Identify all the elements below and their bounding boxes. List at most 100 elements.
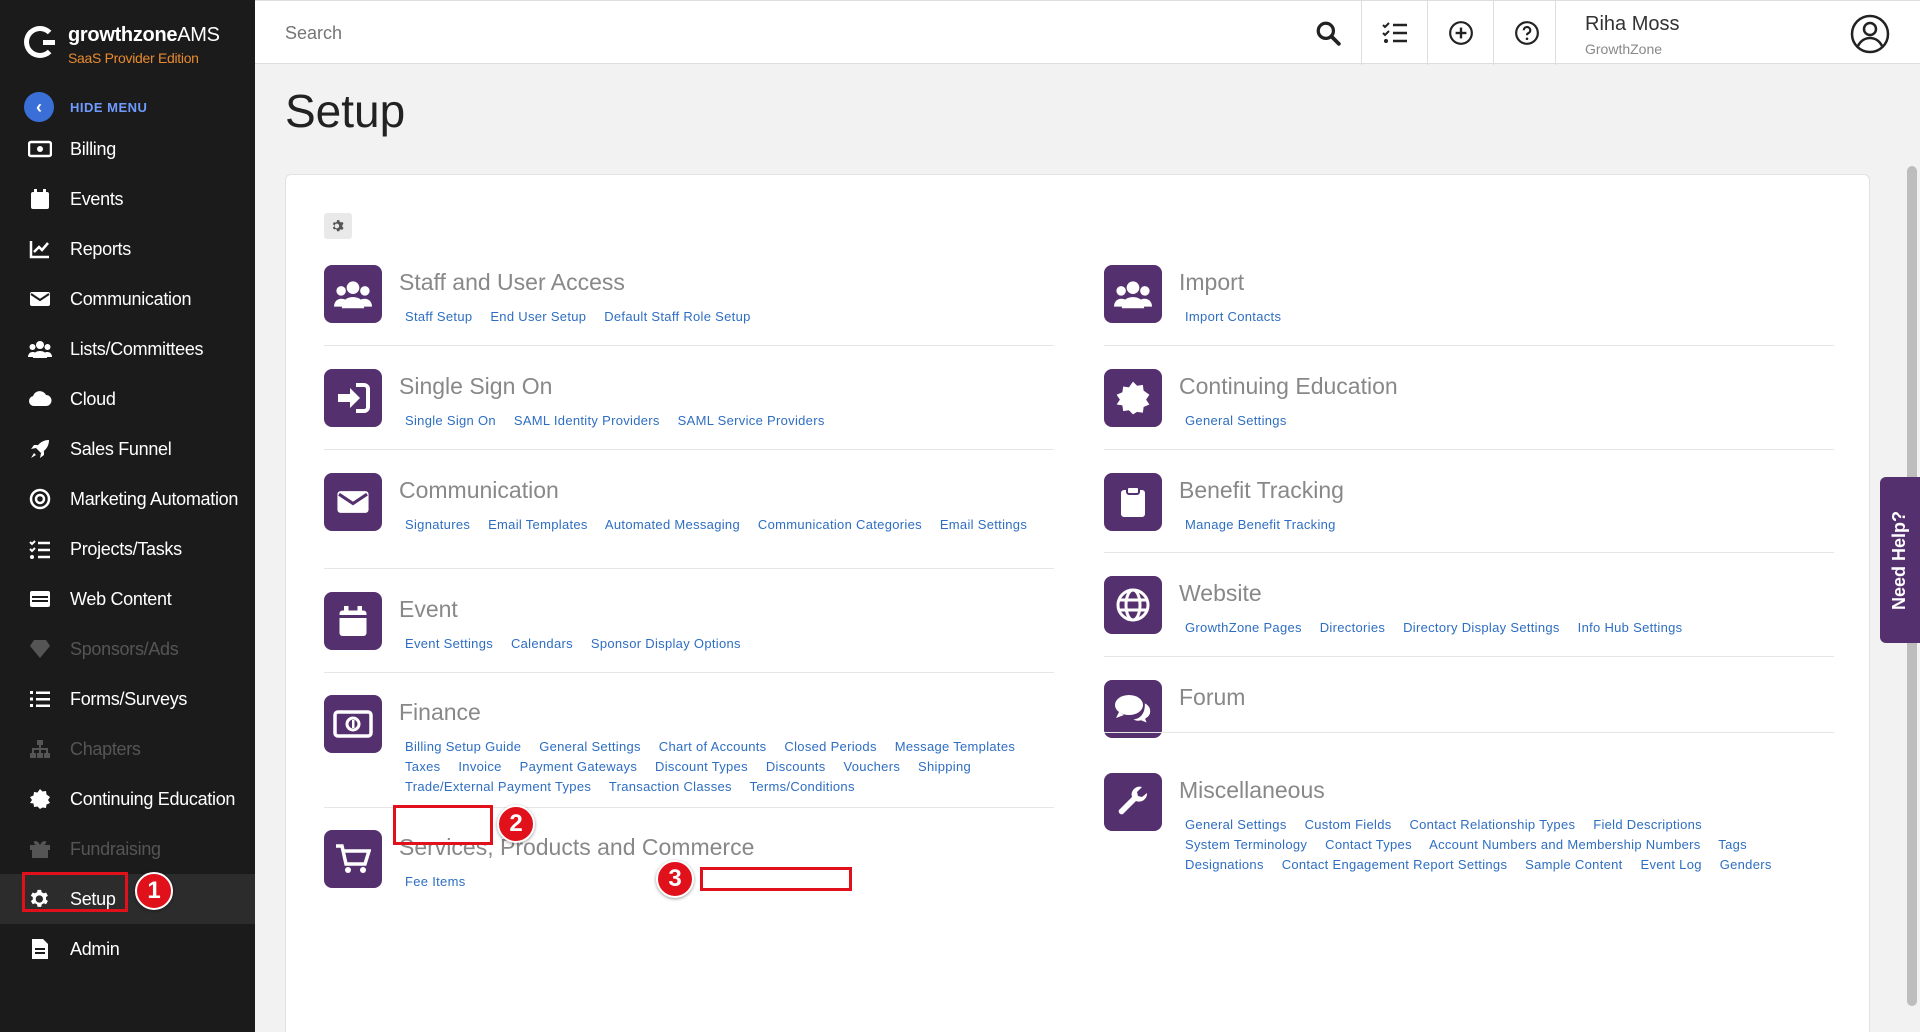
sidebar-item-label: Sponsors/Ads: [70, 638, 179, 659]
sidebar-item-sponsors-ads[interactable]: Sponsors/Ads: [0, 624, 255, 674]
section-title[interactable]: Continuing Education: [1179, 373, 1398, 400]
user-menu[interactable]: Riha Moss GrowthZone: [1555, 1, 1920, 65]
add-button[interactable]: [1427, 1, 1493, 65]
link-contact-relationship-types[interactable]: Contact Relationship Types: [1409, 817, 1575, 832]
sidebar-item-reports[interactable]: Reports: [0, 224, 255, 274]
link-end-user-setup[interactable]: End User Setup: [490, 309, 586, 324]
sidebar-item-billing[interactable]: Billing: [0, 124, 255, 174]
section-title[interactable]: Benefit Tracking: [1179, 477, 1344, 504]
link-fee-items[interactable]: Fee Items: [405, 874, 466, 889]
app-logo[interactable]: growthzoneAMS SaaS Provider Edition: [24, 24, 220, 66]
link-email-settings[interactable]: Email Settings: [940, 517, 1027, 532]
link-saml-identity-providers[interactable]: SAML Identity Providers: [514, 413, 660, 428]
link-general-settings[interactable]: General Settings: [539, 739, 641, 754]
link-staff-setup[interactable]: Staff Setup: [405, 309, 472, 324]
section-divider: [1104, 732, 1834, 733]
help-button[interactable]: [1493, 1, 1559, 65]
task-list-button[interactable]: [1361, 1, 1427, 65]
envelope-icon: [324, 473, 382, 531]
sidebar-item-communication[interactable]: Communication: [0, 274, 255, 324]
link-invoice[interactable]: Invoice: [458, 759, 501, 774]
task-list-icon: [1381, 22, 1407, 43]
envelope-icon: [28, 287, 52, 311]
money-icon: [324, 695, 382, 753]
link-taxes[interactable]: Taxes: [405, 759, 440, 774]
calendar-icon: [28, 187, 52, 211]
section-title[interactable]: Import: [1179, 269, 1244, 296]
link-chart-of-accounts[interactable]: Chart of Accounts: [659, 739, 767, 754]
link-general-settings[interactable]: General Settings: [1185, 413, 1287, 428]
link-directories[interactable]: Directories: [1320, 620, 1385, 635]
section-title[interactable]: Forum: [1179, 684, 1245, 711]
link-account-numbers-and-membership-numbers[interactable]: Account Numbers and Membership Numbers: [1429, 837, 1701, 852]
link-calendars[interactable]: Calendars: [511, 636, 573, 651]
link-info-hub-settings[interactable]: Info Hub Settings: [1578, 620, 1683, 635]
sidebar-item-sales-funnel[interactable]: Sales Funnel: [0, 424, 255, 474]
link-automated-messaging[interactable]: Automated Messaging: [605, 517, 740, 532]
section-title[interactable]: Event: [399, 596, 458, 623]
link-event-settings[interactable]: Event Settings: [405, 636, 493, 651]
section-title[interactable]: Single Sign On: [399, 373, 552, 400]
section-title[interactable]: Communication: [399, 477, 559, 504]
sidebar-item-label: Events: [70, 188, 124, 209]
sidebar-item-marketing-automation[interactable]: Marketing Automation: [0, 474, 255, 524]
link-single-sign-on[interactable]: Single Sign On: [405, 413, 496, 428]
link-message-templates[interactable]: Message Templates: [895, 739, 1015, 754]
link-directory-display-settings[interactable]: Directory Display Settings: [1403, 620, 1560, 635]
link-tags[interactable]: Tags: [1718, 837, 1747, 852]
search-input[interactable]: [285, 23, 1185, 44]
link-general-settings[interactable]: General Settings: [1185, 817, 1287, 832]
link-contact-types[interactable]: Contact Types: [1325, 837, 1412, 852]
sidebar-item-events[interactable]: Events: [0, 174, 255, 224]
link-signatures[interactable]: Signatures: [405, 517, 470, 532]
link-manage-benefit-tracking[interactable]: Manage Benefit Tracking: [1185, 517, 1336, 532]
link-terms-conditions[interactable]: Terms/Conditions: [750, 779, 855, 794]
link-shipping[interactable]: Shipping: [918, 759, 971, 774]
sidebar-item-continuing-education[interactable]: Continuing Education: [0, 774, 255, 824]
link-import-contacts[interactable]: Import Contacts: [1185, 309, 1281, 324]
link-genders[interactable]: Genders: [1720, 857, 1772, 872]
link-field-descriptions[interactable]: Field Descriptions: [1593, 817, 1702, 832]
link-closed-periods[interactable]: Closed Periods: [784, 739, 876, 754]
sidebar-item-forms-surveys[interactable]: Forms/Surveys: [0, 674, 255, 724]
link-trade-external-payment-types[interactable]: Trade/External Payment Types: [405, 779, 591, 794]
link-contact-engagement-report-settings[interactable]: Contact Engagement Report Settings: [1282, 857, 1508, 872]
link-communication-categories[interactable]: Communication Categories: [758, 517, 922, 532]
sidebar-item-web-content[interactable]: Web Content: [0, 574, 255, 624]
sidebar-item-projects-tasks[interactable]: Projects/Tasks: [0, 524, 255, 574]
link-designations[interactable]: Designations: [1185, 857, 1264, 872]
search-button[interactable]: [1295, 1, 1361, 65]
step-badge-1: 1: [135, 872, 173, 910]
settings-button[interactable]: [324, 213, 352, 239]
section-title[interactable]: Finance: [399, 699, 481, 726]
link-discount-types[interactable]: Discount Types: [655, 759, 748, 774]
link-email-templates[interactable]: Email Templates: [488, 517, 588, 532]
sidebar-item-cloud[interactable]: Cloud: [0, 374, 255, 424]
link-system-terminology[interactable]: System Terminology: [1185, 837, 1307, 852]
section-title[interactable]: Staff and User Access: [399, 269, 625, 296]
link-billing-setup-guide[interactable]: Billing Setup Guide: [405, 739, 521, 754]
billing-icon: [28, 137, 52, 161]
sidebar-item-admin[interactable]: Admin: [0, 924, 255, 974]
link-event-log[interactable]: Event Log: [1641, 857, 1702, 872]
need-help-button[interactable]: Need Help?: [1880, 477, 1920, 643]
sidebar-item-chapters[interactable]: Chapters: [0, 724, 255, 774]
link-saml-service-providers[interactable]: SAML Service Providers: [678, 413, 825, 428]
section-links: Billing Setup Guide General Settings Cha…: [405, 737, 1055, 797]
link-default-staff-role-setup[interactable]: Default Staff Role Setup: [604, 309, 750, 324]
section-divider: [324, 345, 1054, 346]
link-sponsor-display-options[interactable]: Sponsor Display Options: [591, 636, 741, 651]
link-discounts[interactable]: Discounts: [766, 759, 826, 774]
sidebar-item-lists-committees[interactable]: Lists/Committees: [0, 324, 255, 374]
link-custom-fields[interactable]: Custom Fields: [1305, 817, 1392, 832]
link-sample-content[interactable]: Sample Content: [1525, 857, 1622, 872]
link-growthzone-pages[interactable]: GrowthZone Pages: [1185, 620, 1302, 635]
link-transaction-classes[interactable]: Transaction Classes: [609, 779, 732, 794]
sidebar-item-label: Projects/Tasks: [70, 538, 182, 559]
section-title[interactable]: Website: [1179, 580, 1262, 607]
section-title[interactable]: Miscellaneous: [1179, 777, 1325, 804]
hide-menu-button[interactable]: ‹ HIDE MENU: [24, 92, 147, 122]
sidebar-item-fundraising[interactable]: Fundraising: [0, 824, 255, 874]
link-vouchers[interactable]: Vouchers: [844, 759, 901, 774]
link-payment-gateways[interactable]: Payment Gateways: [520, 759, 638, 774]
